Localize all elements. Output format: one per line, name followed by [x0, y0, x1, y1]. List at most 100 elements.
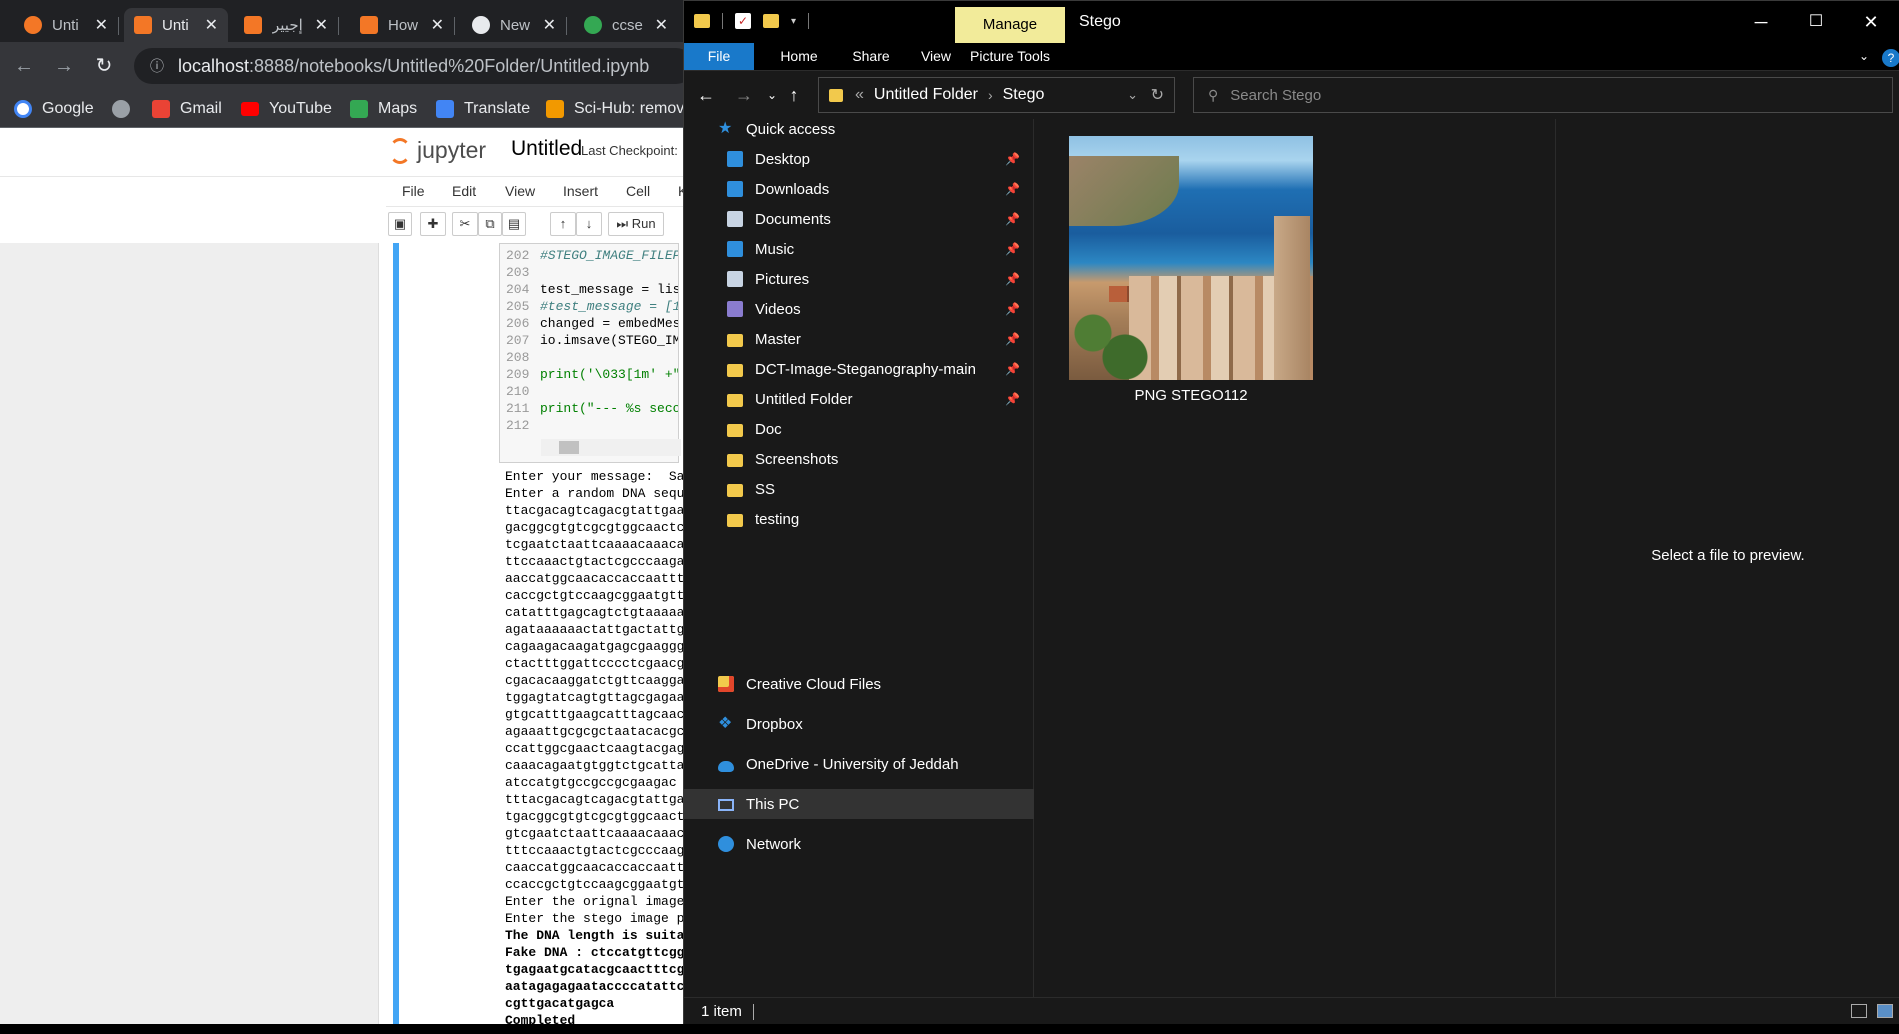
breadcrumb-stego[interactable]: Stego [1003, 86, 1045, 104]
paste-icon[interactable]: ▤ [502, 212, 526, 236]
nav-item-master[interactable]: Master 📌 [684, 324, 1034, 354]
new-folder-icon[interactable] [763, 14, 779, 28]
jupyter-logo[interactable]: jupyter [389, 137, 486, 164]
browser-tab[interactable]: New ✕ [462, 8, 567, 42]
nav-item-ss[interactable]: SS [684, 474, 1034, 504]
nav-item-videos[interactable]: Videos 📌 [684, 294, 1034, 324]
nav-this-pc[interactable]: This PC [684, 789, 1034, 819]
tab-file[interactable]: File [684, 43, 754, 70]
forward-arrow-icon[interactable]: → [50, 52, 78, 80]
nav-item-untitled-folder[interactable]: Untitled Folder 📌 [684, 384, 1034, 414]
large-icons-view-icon[interactable] [1877, 1004, 1893, 1018]
menu-view[interactable]: View [505, 183, 535, 199]
nav-onedrive[interactable]: OneDrive - University of Jeddah [684, 749, 1034, 779]
notebook-title[interactable]: Untitled [511, 137, 582, 161]
nav-item-desktop[interactable]: Desktop 📌 [684, 144, 1034, 174]
expand-ribbon-icon[interactable]: ⌄ [1854, 43, 1874, 70]
nav-item-music[interactable]: Music 📌 [684, 234, 1034, 264]
tab-picture-tools[interactable]: Picture Tools [955, 43, 1065, 70]
nav-creative-cloud[interactable]: Creative Cloud Files [684, 669, 1034, 699]
browser-tab[interactable]: How ✕ [350, 8, 455, 42]
chevron-down-icon[interactable]: ⌄ [1127, 87, 1138, 103]
back-arrow-icon[interactable]: ← [10, 52, 38, 80]
address-bar[interactable]: ⓘ localhost:8888/notebooks/Untitled%20Fo… [134, 48, 694, 84]
nav-item-testing[interactable]: testing [684, 504, 1034, 534]
run-button[interactable]: ⏭ Run [608, 212, 664, 236]
menu-file[interactable]: File [402, 183, 425, 199]
nav-item-documents[interactable]: Documents 📌 [684, 204, 1034, 234]
nav-item-downloads[interactable]: Downloads 📌 [684, 174, 1034, 204]
details-view-icon[interactable] [1851, 1004, 1867, 1018]
browser-tab[interactable]: ccse ✕ [574, 8, 678, 42]
nav-item-dct-image-steganography-main[interactable]: DCT-Image-Steganography-main 📌 [684, 354, 1034, 384]
nav-item-doc[interactable]: Doc [684, 414, 1034, 444]
nav-dropbox[interactable]: ❖ Dropbox [684, 709, 1034, 739]
add-cell-icon[interactable]: ✚ [420, 212, 446, 236]
menu-insert[interactable]: Insert [563, 183, 598, 199]
copy-icon[interactable]: ⧉ [478, 212, 502, 236]
close-tab-icon[interactable]: ✕ [543, 15, 556, 35]
info-icon[interactable]: ⓘ [150, 56, 164, 76]
pin-icon[interactable]: 📌 [1005, 152, 1020, 166]
close-tab-icon[interactable]: ✕ [205, 15, 218, 35]
search-input[interactable]: ⚲ Search Stego [1193, 77, 1893, 113]
chevron-right-icon[interactable]: › [988, 87, 993, 103]
code-horizontal-scrollbar[interactable] [541, 439, 681, 456]
status-divider [753, 1004, 754, 1020]
help-icon[interactable]: ? [1882, 49, 1899, 67]
browser-tab-active[interactable]: Unti ✕ [124, 8, 228, 42]
manage-contextual-tab[interactable]: Manage [955, 7, 1065, 43]
minimize-icon[interactable]: ─ [1741, 9, 1781, 35]
forward-arrow-icon[interactable]: → [732, 83, 756, 107]
pin-icon[interactable]: 📌 [1005, 212, 1020, 226]
up-arrow-icon[interactable]: ↑ [782, 83, 806, 107]
pin-icon[interactable]: 📌 [1005, 362, 1020, 376]
bookmark-translate[interactable]: Translate [436, 98, 530, 120]
breadcrumb-untitled-folder[interactable]: Untitled Folder [874, 86, 978, 104]
close-tab-icon[interactable]: ✕ [655, 15, 668, 35]
scrollbar-thumb[interactable] [559, 441, 579, 454]
bookmark-youtube[interactable]: YouTube [241, 98, 332, 120]
refresh-icon[interactable]: ↻ [1151, 85, 1164, 105]
browser-tab[interactable]: إجيير ✕ [234, 8, 339, 42]
close-window-icon[interactable]: ✕ [1851, 9, 1891, 35]
nav-quick-access[interactable]: ★ Quick access [684, 114, 1034, 144]
move-down-icon[interactable]: ↓ [576, 212, 602, 236]
folder-icon[interactable] [694, 14, 710, 28]
browser-tab[interactable]: Unti ✕ [14, 8, 119, 42]
recent-locations-icon[interactable]: ⌄ [760, 83, 784, 107]
back-arrow-icon[interactable]: ← [694, 83, 718, 107]
explorer-address-bar[interactable]: « Untitled Folder › Stego ⌄ ↻ [818, 77, 1175, 113]
pin-icon[interactable]: 📌 [1005, 332, 1020, 346]
file-name-label[interactable]: PNG STEGO112 [1069, 387, 1313, 404]
properties-icon[interactable]: ✓ [735, 13, 751, 29]
bookmark-google[interactable]: Google [14, 98, 94, 120]
pin-icon[interactable]: 📌 [1005, 182, 1020, 196]
maximize-icon[interactable]: ☐ [1796, 9, 1836, 35]
bookmark-gmail[interactable]: Gmail [152, 98, 222, 120]
nav-item-screenshots[interactable]: Screenshots [684, 444, 1034, 474]
tab-share[interactable]: Share [836, 43, 906, 70]
menu-edit[interactable]: Edit [452, 183, 476, 199]
menu-cell[interactable]: Cell [626, 183, 650, 199]
nav-network[interactable]: Network [684, 829, 1034, 859]
pin-icon[interactable]: 📌 [1005, 272, 1020, 286]
close-tab-icon[interactable]: ✕ [95, 15, 108, 35]
move-up-icon[interactable]: ↑ [550, 212, 576, 236]
close-tab-icon[interactable]: ✕ [315, 15, 328, 35]
reload-icon[interactable]: ↻ [90, 52, 118, 80]
nav-item-pictures[interactable]: Pictures 📌 [684, 264, 1034, 294]
tab-home[interactable]: Home [764, 43, 834, 70]
close-tab-icon[interactable]: ✕ [431, 15, 444, 35]
pin-icon[interactable]: 📌 [1005, 242, 1020, 256]
customize-dropdown-icon[interactable]: ▾ [791, 16, 796, 27]
bookmark-maps[interactable]: Maps [350, 98, 417, 120]
pin-icon[interactable]: 📌 [1005, 392, 1020, 406]
image-thumbnail[interactable] [1069, 136, 1313, 380]
cut-icon[interactable]: ✂ [452, 212, 478, 236]
save-icon[interactable]: ▣ [388, 212, 412, 236]
bookmark-globe[interactable] [112, 98, 140, 120]
code-cell-editor[interactable]: 202 #STEGO_IMAGE_FILEPA 203 204 test_message… [499, 243, 679, 463]
bookmark-scihub[interactable]: Sci-Hub: removin [546, 98, 697, 120]
pin-icon[interactable]: 📌 [1005, 302, 1020, 316]
